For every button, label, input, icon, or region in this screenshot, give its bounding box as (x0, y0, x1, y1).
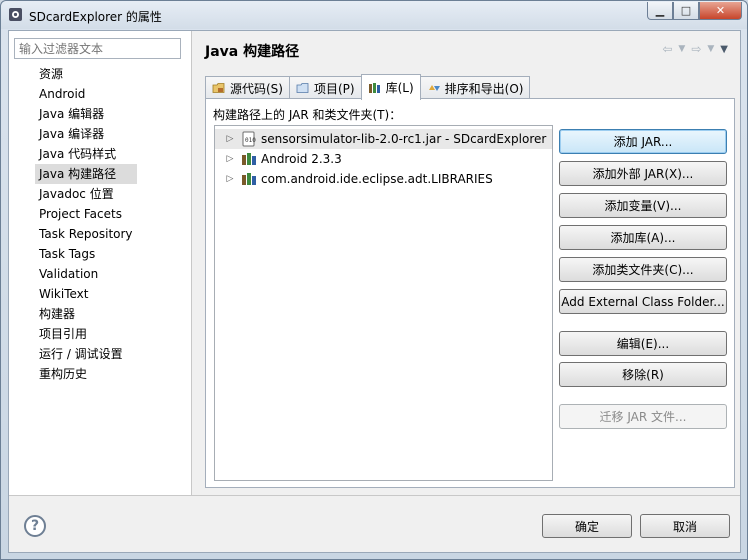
close-icon: ✕ (715, 4, 726, 17)
forward-dropdown-icon[interactable]: ▼ (707, 44, 714, 56)
svg-text:010: 010 (245, 137, 256, 144)
sidebar-item-project-references[interactable]: 项目引用 (35, 324, 137, 344)
dialog-client: 资源 Android Java 编辑器 Java 编译器 Java 代码样式 J… (8, 30, 741, 553)
sidebar-item-java-editor[interactable]: Java 编辑器 (35, 104, 137, 124)
title-bar[interactable]: SDcardExplorer 的属性 ▁ □ ✕ (1, 1, 747, 29)
preference-list: 资源 Android Java 编辑器 Java 编译器 Java 代码样式 J… (35, 64, 137, 384)
tab-source[interactable]: 源代码(S) (205, 76, 290, 99)
footer-separator (9, 495, 740, 496)
tree-row-label: sensorsimulator-lib-2.0-rc1.jar - SDcard… (261, 132, 547, 146)
tab-source-label: 源代码(S) (230, 81, 283, 96)
sidebar-item-java-code-style[interactable]: Java 代码样式 (35, 144, 137, 164)
library-icon (242, 153, 256, 165)
sidebar-item-refactoring-history[interactable]: 重构历史 (35, 364, 137, 384)
expand-arrow-icon[interactable]: ▷ (223, 129, 237, 149)
migrate-jar-button: 迁移 JAR 文件... (559, 404, 727, 429)
order-export-icon (428, 85, 440, 91)
add-external-jar-button[interactable]: 添加外部 JAR(X)... (559, 161, 727, 186)
view-menu-icon[interactable]: ▼ (720, 44, 728, 56)
tree-row-label: Android 2.3.3 (261, 152, 342, 166)
library-icon (242, 173, 256, 185)
tab-libraries[interactable]: 库(L) (360, 74, 421, 100)
sidebar-item-wikitext[interactable]: WikiText (35, 284, 137, 304)
jar-icon: 010 (242, 131, 256, 147)
tab-bar: 源代码(S) 项目(P) 库(L) 排序和导出(O) (205, 74, 531, 100)
project-icon (296, 83, 309, 93)
expand-arrow-icon[interactable]: ▷ (223, 169, 237, 189)
sidebar-item-java-compiler[interactable]: Java 编译器 (35, 124, 137, 144)
sidebar-item-run-debug-settings[interactable]: 运行 / 调试设置 (35, 344, 137, 364)
maximize-icon: □ (680, 4, 692, 17)
add-variable-button[interactable]: 添加变量(V)... (559, 193, 727, 218)
source-folder-icon (212, 83, 225, 93)
sidebar-item-android[interactable]: Android (35, 84, 137, 104)
libraries-panel: 构建路径上的 JAR 和类文件夹(T)： ▷ 010 sensorsimulat… (205, 98, 735, 488)
tree-row-sensorsimulator-jar[interactable]: ▷ 010 sensorsimulator-lib-2.0-rc1.jar - … (215, 129, 552, 149)
add-library-button[interactable]: 添加库(A)... (559, 225, 727, 250)
cancel-button[interactable]: 取消 (640, 514, 730, 538)
ok-button[interactable]: 确定 (542, 514, 632, 538)
build-path-entries[interactable]: ▷ 010 sensorsimulator-lib-2.0-rc1.jar - … (214, 125, 553, 481)
tab-projects[interactable]: 项目(P) (288, 76, 362, 99)
tab-projects-label: 项目(P) (313, 81, 355, 96)
build-path-page: Java 构建路径 ⇦ ▼ ⇨ ▼ ▼ 源代码(S) 项目(P) 库(L) 排序… (194, 31, 740, 495)
sidebar-item-validation[interactable]: Validation (35, 264, 137, 284)
expand-arrow-icon[interactable]: ▷ (223, 149, 237, 169)
sidebar-item-project-facets[interactable]: Project Facets (35, 204, 137, 224)
add-class-folder-button[interactable]: 添加类文件夹(C)... (559, 257, 727, 282)
window-title: SDcardExplorer 的属性 (29, 10, 162, 24)
back-dropdown-icon[interactable]: ▼ (678, 44, 685, 56)
tree-row-adt-libraries[interactable]: ▷ com.android.ide.eclipse.adt.LIBRARIES (215, 169, 493, 189)
sidebar-item-java-build-path[interactable]: Java 构建路径 (35, 164, 137, 184)
sidebar-item-resource[interactable]: 资源 (35, 64, 137, 84)
jar-list-label: 构建路径上的 JAR 和类文件夹(T)： (213, 108, 402, 122)
remove-button[interactable]: 移除(R) (559, 362, 727, 387)
minimize-button[interactable]: ▁ (647, 2, 673, 20)
edit-button[interactable]: 编辑(E)... (559, 331, 727, 356)
library-icon (368, 82, 380, 93)
add-external-class-folder-button[interactable]: Add External Class Folder... (559, 289, 727, 314)
help-icon[interactable]: ? (24, 515, 46, 537)
sidebar-item-builders[interactable]: 构建器 (35, 304, 137, 324)
filter-input[interactable] (14, 38, 181, 59)
forward-arrow-icon[interactable]: ⇨ (691, 42, 701, 56)
preference-tree: 资源 Android Java 编辑器 Java 编译器 Java 代码样式 J… (9, 31, 192, 495)
add-jar-button[interactable]: 添加 JAR... (559, 129, 727, 154)
sidebar-item-task-repository[interactable]: Task Repository (35, 224, 137, 244)
close-button[interactable]: ✕ (699, 2, 742, 20)
tab-order-export-label: 排序和导出(O) (444, 81, 524, 96)
sidebar-item-task-tags[interactable]: Task Tags (35, 244, 137, 264)
page-navigation: ⇦ ▼ ⇨ ▼ ▼ (662, 42, 728, 56)
tab-order-export[interactable]: 排序和导出(O) (419, 76, 531, 99)
minimize-icon: ▁ (655, 4, 665, 17)
back-arrow-icon[interactable]: ⇦ (662, 42, 672, 56)
tab-libraries-label: 库(L) (385, 81, 414, 95)
properties-icon (9, 8, 22, 21)
properties-window: SDcardExplorer 的属性 ▁ □ ✕ 资源 Android Java… (0, 0, 748, 560)
page-title: Java 构建路径 (205, 44, 300, 60)
tree-row-android-2-3-3[interactable]: ▷ Android 2.3.3 (215, 149, 342, 169)
sidebar-item-javadoc-location[interactable]: Javadoc 位置 (35, 184, 137, 204)
tree-row-label: com.android.ide.eclipse.adt.LIBRARIES (261, 172, 493, 186)
maximize-button[interactable]: □ (673, 2, 699, 20)
